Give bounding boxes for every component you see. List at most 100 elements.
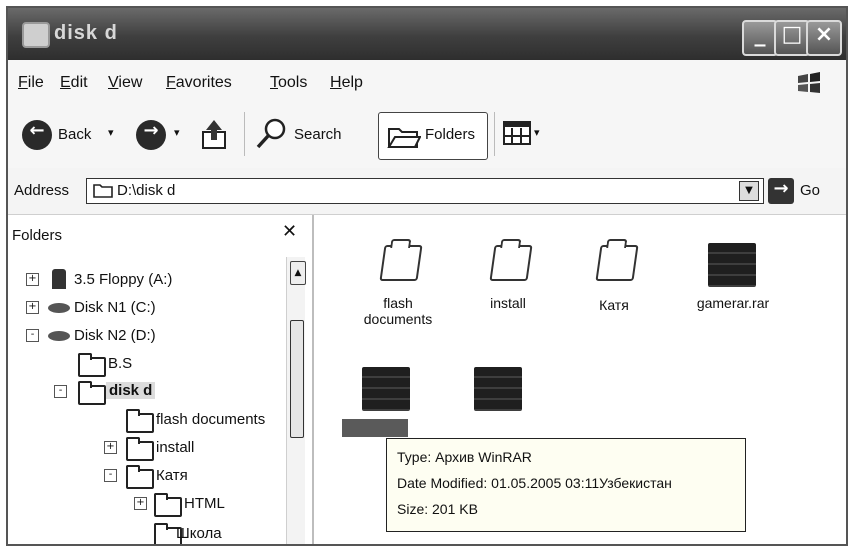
collapse-toggle-icon[interactable]: - — [54, 385, 67, 398]
back-arrow-icon[interactable]: ← — [22, 120, 52, 150]
tree-item-katya[interactable]: - Катя — [8, 463, 284, 489]
back-button-label[interactable]: Back — [58, 126, 91, 143]
tree-item-label: Школа — [176, 525, 222, 542]
address-value: D:\disk d — [117, 182, 176, 199]
drive-icon — [48, 331, 70, 341]
file-item-gamerar[interactable]: gamerar.rar — [678, 231, 788, 321]
tree-item-label: install — [156, 439, 195, 456]
folder-icon — [379, 245, 423, 281]
address-input[interactable]: D:\disk d ▼ — [86, 178, 764, 204]
winrar-archive-icon — [474, 367, 522, 411]
views-icon[interactable] — [502, 120, 532, 146]
menu-help[interactable]: Help — [330, 74, 363, 92]
file-item-katya[interactable]: Катя — [564, 231, 664, 321]
winrar-archive-icon — [362, 367, 410, 411]
tree-item-label: B.S — [108, 355, 133, 372]
menu-view[interactable]: View — [108, 74, 142, 92]
forward-arrow-icon[interactable]: → — [136, 120, 166, 150]
address-dropdown-icon[interactable]: ▼ — [739, 181, 759, 201]
close-button[interactable]: × — [806, 20, 842, 56]
tree-item-flash-documents[interactable]: flash documents — [8, 407, 284, 433]
file-info-tooltip: Type: Архив WinRAR Date Modified: 01.05.… — [386, 438, 746, 532]
folders-pane: Folders ✕ ▲ + 3.5 Floppy (A:) + Disk N1 … — [8, 215, 314, 544]
maximize-button[interactable]: □ — [774, 20, 810, 56]
drive-icon — [48, 303, 70, 313]
tree-item-label: 3.5 Floppy (A:) — [74, 271, 173, 288]
expand-toggle-icon[interactable]: + — [134, 497, 147, 510]
forward-dropdown-icon[interactable]: ▾ — [174, 126, 180, 139]
expand-toggle-icon[interactable]: + — [26, 273, 39, 286]
windows-logo-icon — [798, 72, 820, 93]
folder-icon — [126, 409, 154, 433]
folder-icon — [126, 465, 154, 489]
file-item-label: gamerar.rar — [696, 295, 770, 311]
title-bar[interactable]: disk d _ □ × — [8, 8, 846, 60]
tree-item-label: Disk N2 (D:) — [74, 327, 156, 344]
tree-item-label: HTML — [184, 495, 225, 512]
menu-file[interactable]: File — [18, 74, 44, 92]
tree-item-bs[interactable]: B.S — [8, 351, 284, 377]
tree-item-disk-d-folder[interactable]: - disk d — [8, 379, 284, 405]
tooltip-date-modified: Date Modified: 01.05.2005 03:11Узбекиста… — [397, 475, 672, 491]
search-icon[interactable] — [254, 116, 290, 150]
menu-edit[interactable]: Edit — [60, 74, 88, 92]
go-arrow-icon[interactable]: → — [768, 178, 794, 204]
back-dropdown-icon[interactable]: ▾ — [108, 126, 114, 139]
toolbar-separator — [244, 112, 245, 156]
up-folder-icon[interactable] — [200, 118, 230, 152]
file-item-install[interactable]: install — [458, 231, 558, 321]
views-dropdown-icon[interactable]: ▾ — [534, 126, 540, 139]
address-label: Address — [14, 182, 70, 199]
tree-item-shkola[interactable]: Школа — [8, 519, 284, 544]
file-item-archive-selected[interactable] — [338, 355, 428, 445]
menu-tools[interactable]: Tools — [270, 74, 307, 92]
menu-favorites[interactable]: Favorites — [166, 74, 232, 92]
minimize-button[interactable]: _ — [742, 20, 778, 56]
folder-icon — [78, 353, 106, 377]
tree-item-label: flash documents — [156, 411, 266, 428]
close-pane-icon[interactable]: ✕ — [282, 221, 297, 242]
folder-icon — [78, 381, 106, 405]
tree-item-disk-d[interactable]: - Disk N2 (D:) — [8, 323, 284, 349]
search-button-label[interactable]: Search — [294, 126, 342, 143]
tree-item-html[interactable]: + HTML — [8, 491, 284, 517]
tooltip-type: Type: Архив WinRAR — [397, 449, 532, 465]
tree-item-disk-c[interactable]: + Disk N1 (C:) — [8, 295, 284, 321]
selected-file-label-highlight — [342, 419, 408, 437]
folder-icon — [595, 245, 639, 281]
explorer-window: disk d _ □ × File Edit View Favorites To… — [6, 6, 848, 546]
folders-button[interactable]: Folders — [378, 112, 488, 160]
folders-icon — [387, 128, 421, 148]
file-item-archive[interactable] — [450, 355, 540, 425]
tree-item-install[interactable]: + install — [8, 435, 284, 461]
folders-button-label: Folders — [425, 126, 476, 143]
collapse-toggle-icon[interactable]: - — [26, 329, 39, 342]
file-item-label: flash documents — [363, 295, 433, 327]
expand-toggle-icon[interactable]: + — [104, 441, 117, 454]
tree-item-label: Катя — [156, 467, 188, 484]
folder-window-icon — [22, 22, 50, 48]
tree-item-floppy[interactable]: + 3.5 Floppy (A:) — [8, 267, 284, 293]
window-title: disk d — [54, 22, 118, 44]
folder-icon — [154, 493, 182, 517]
go-button-label[interactable]: Go — [800, 182, 820, 199]
expand-toggle-icon[interactable]: + — [26, 301, 39, 314]
address-folder-icon — [93, 184, 113, 198]
winrar-archive-icon — [708, 243, 756, 287]
tooltip-size: Size: 201 KB — [397, 501, 478, 517]
collapse-toggle-icon[interactable]: - — [104, 469, 117, 482]
menu-bar: File Edit View Favorites Tools Help — [8, 60, 846, 105]
file-item-flash-documents[interactable]: flash documents — [348, 231, 448, 341]
scroll-up-arrow-icon[interactable]: ▲ — [290, 261, 306, 285]
toolbar: ← Back ▾ → ▾ Search Folders ▾ — [8, 104, 846, 169]
address-bar: Address D:\disk d ▼ → Go — [8, 168, 846, 215]
tree-item-label: Disk N1 (C:) — [74, 299, 156, 316]
file-item-label: Катя — [599, 297, 629, 313]
file-item-label: install — [490, 295, 526, 311]
folders-pane-title: Folders — [12, 227, 63, 244]
toolbar-separator-2 — [494, 112, 495, 156]
tree-item-label: disk d — [106, 382, 156, 399]
floppy-icon — [52, 269, 66, 289]
scroll-thumb[interactable] — [290, 320, 304, 438]
folder-icon — [126, 437, 154, 461]
